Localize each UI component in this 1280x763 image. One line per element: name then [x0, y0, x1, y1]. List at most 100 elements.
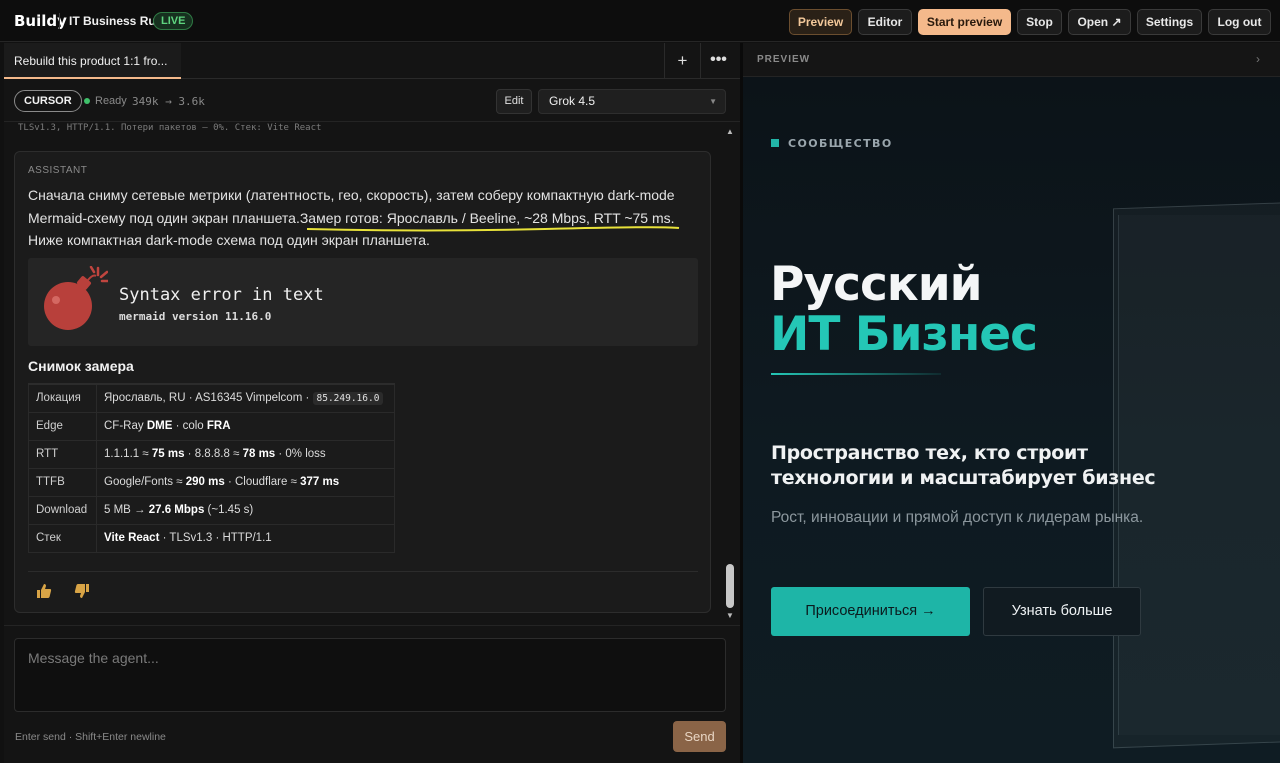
section-eyebrow: СООБЩЕСТВО — [771, 137, 893, 150]
message-text: Сначала сниму сетевые метрики (латентнос… — [28, 184, 698, 252]
divider — [59, 13, 60, 29]
agent-status-bar: CURSOR Ready 349k → 3.6k Edit Grok 4.5 ▼ — [4, 80, 740, 122]
table-value-text: (~1.45 s) — [204, 504, 254, 516]
square-icon — [771, 139, 779, 147]
model-select-value: Grok 4.5 — [549, 94, 596, 108]
table-key: Стек — [28, 523, 97, 553]
thumbs-up-icon[interactable] — [35, 582, 53, 600]
table-row: Локация Ярославль, RU · AS16345 Vimpelco… — [28, 383, 395, 413]
table-row: TTFB Google/Fonts ≈ 290 ms · Cloudflare … — [28, 467, 395, 497]
table-row: Стек Vite React · TLSv1.3 · HTTP/1.1 — [28, 523, 395, 553]
table-value-text: CF-Ray — [104, 420, 147, 432]
scroll-up-icon[interactable]: ▲ — [726, 127, 734, 136]
scrollbar-thumb[interactable] — [726, 564, 734, 608]
table-key: TTFB — [28, 467, 97, 497]
hero-subtitle: Рост, инновации и прямой доступ к лидера… — [771, 509, 1144, 526]
model-select[interactable]: Grok 4.5 ▼ — [538, 89, 726, 114]
scroll-down-icon[interactable]: ▼ — [726, 611, 734, 620]
tab-bar: Rebuild this product 1:1 fro... + ••• — [4, 43, 740, 79]
chat-scroll-area[interactable]: TLSv1.3, HTTP/1.1. Потери пакетов — 0%. … — [4, 123, 740, 668]
new-tab-button[interactable]: + — [664, 43, 700, 79]
editor-button[interactable]: Editor — [858, 9, 912, 35]
assistant-message: ASSISTANT Сначала сниму сетевые метрики … — [14, 151, 711, 613]
status-text: Ready — [95, 95, 127, 107]
hero-headline: Пространство тех, кто строит технологии … — [771, 442, 1156, 489]
thumbs-down-icon[interactable] — [73, 582, 91, 600]
error-version: mermaid version 11.16.0 — [119, 310, 272, 323]
table-key: RTT — [28, 439, 97, 469]
ip-code: 85.249.16.0 — [312, 391, 384, 405]
table-value-text: Ярославль, RU · AS16345 Vimpelcom · — [104, 391, 310, 404]
snapshot-heading: Снимок замера — [28, 358, 134, 374]
table-value-bold: 27.6 Mbps — [148, 504, 205, 516]
learn-more-button[interactable]: Узнать больше — [983, 587, 1141, 636]
bomb-icon — [44, 266, 108, 330]
table-key: Download — [28, 495, 97, 525]
divider — [28, 571, 698, 572]
table-value: CF-Ray DME · colo FRA — [96, 411, 395, 441]
table-value: Google/Fonts ≈ 290 ms · Cloudflare ≈ 377… — [96, 467, 395, 497]
mermaid-error-box: Syntax error in text mermaid version 11.… — [28, 258, 698, 346]
hero-title-line2: ИТ Бизнес — [770, 307, 1038, 362]
table-value-text: Google/Fonts ≈ — [104, 476, 186, 488]
live-badge: LIVE — [153, 12, 194, 30]
table-value-text: · 8.8.8.8 ≈ — [184, 448, 243, 460]
table-value-text: · TLSv1.3 · HTTP/1.1 — [159, 532, 272, 544]
table-value-bold: FRA — [206, 420, 231, 432]
token-count: 349k → 3.6k — [132, 95, 205, 108]
table-value-bold: 75 ms — [151, 448, 185, 460]
accent-divider — [771, 373, 941, 375]
ready-indicator-icon — [84, 98, 90, 104]
project-name: IT Business Ru — [69, 14, 156, 28]
chat-panel: Rebuild this product 1:1 fro... + ••• CU… — [4, 43, 740, 763]
join-button[interactable]: Присоединиться → — [771, 587, 970, 636]
preview-panel: PREVIEW › СООБЩЕСТВО Русский ИТ Бизнес П… — [743, 43, 1280, 763]
table-value-bold: 377 ms — [300, 476, 340, 488]
start-preview-button[interactable]: Start preview — [918, 9, 1011, 35]
table-row: Edge CF-Ray DME · colo FRA — [28, 411, 395, 441]
table-value-text: 5 MB → — [104, 504, 149, 516]
message-input[interactable]: Message the agent... — [14, 638, 726, 712]
table-row: Download 5 MB → 27.6 Mbps (~1.45 s) — [28, 495, 395, 525]
previous-message-tail: TLSv1.3, HTTP/1.1. Потери пакетов — 0%. … — [18, 123, 322, 133]
top-bar: Buildy IT Business Ru LIVE Preview Edito… — [0, 0, 1280, 42]
composer-hint: Enter send · Shift+Enter newline — [15, 731, 166, 743]
message-input-placeholder: Message the agent... — [28, 650, 159, 666]
agent-badge: CURSOR — [14, 90, 82, 112]
scrollbar[interactable] — [724, 125, 738, 625]
table-value: 1.1.1.1 ≈ 75 ms · 8.8.8.8 ≈ 78 ms · 0% l… — [96, 439, 395, 469]
preview-label: PREVIEW — [757, 54, 811, 65]
chevron-down-icon: ▼ — [709, 97, 717, 106]
table-key: Edge — [28, 411, 97, 441]
table-value: 5 MB → 27.6 Mbps (~1.45 s) — [96, 495, 395, 525]
highlight-underline — [306, 226, 680, 232]
preview-button[interactable]: Preview — [789, 9, 852, 35]
table-value-text: · colo — [172, 420, 207, 432]
message-text-part: Ниже компактная dark-mode схема под один… — [28, 232, 430, 248]
table-value: Vite React · TLSv1.3 · HTTP/1.1 — [96, 523, 395, 553]
table-value-bold: DME — [146, 420, 173, 432]
table-value: Ярославль, RU · AS16345 Vimpelcom · 85.2… — [96, 383, 395, 413]
logout-button[interactable]: Log out — [1208, 9, 1271, 35]
more-options-button[interactable]: ••• — [700, 43, 736, 79]
error-title: Syntax error in text — [119, 285, 324, 305]
preview-site: СООБЩЕСТВО Русский ИТ Бизнес Пространств… — [743, 77, 1280, 763]
settings-button[interactable]: Settings — [1137, 9, 1202, 35]
table-value-bold: 78 ms — [242, 448, 276, 460]
stop-button[interactable]: Stop — [1017, 9, 1062, 35]
edit-button[interactable]: Edit — [496, 89, 532, 114]
table-row: RTT 1.1.1.1 ≈ 75 ms · 8.8.8.8 ≈ 78 ms · … — [28, 439, 395, 469]
composer-area: Message the agent... Enter send · Shift+… — [4, 625, 740, 763]
table-value-bold: 290 ms — [185, 476, 225, 488]
table-value-text: · 0% loss — [275, 448, 326, 460]
chevron-right-icon[interactable]: › — [1256, 52, 1260, 66]
open-button[interactable]: Open ↗ — [1068, 9, 1131, 35]
table-value-text: · Cloudflare ≈ — [224, 476, 301, 488]
table-key: Локация — [28, 383, 97, 413]
table-value-bold: Vite React — [104, 532, 160, 544]
table-value-text: 1.1.1.1 ≈ — [104, 448, 152, 460]
tab-active-chat[interactable]: Rebuild this product 1:1 fro... — [4, 43, 181, 79]
eyebrow-text: СООБЩЕСТВО — [788, 137, 893, 150]
send-button[interactable]: Send — [673, 721, 726, 752]
message-role: ASSISTANT — [28, 165, 88, 176]
